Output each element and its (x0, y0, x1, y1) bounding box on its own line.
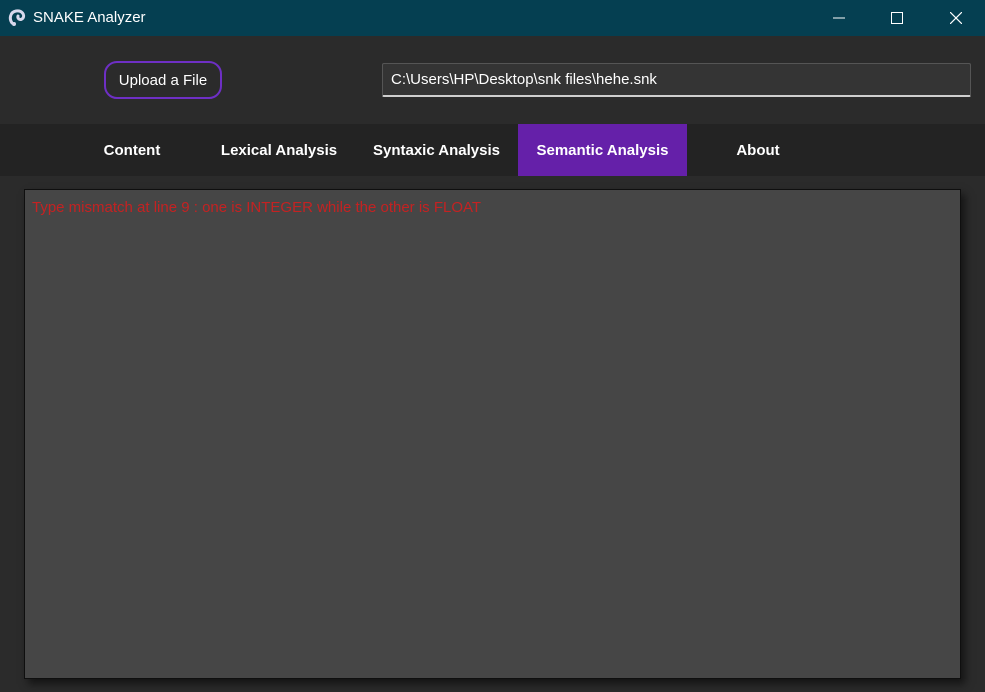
tab-about[interactable]: About (716, 124, 800, 176)
tab-semantic-analysis[interactable]: Semantic Analysis (518, 124, 687, 176)
analysis-tabs: Content Lexical Analysis Syntaxic Analys… (0, 124, 985, 176)
close-button[interactable] (927, 0, 985, 36)
tab-syntaxic-analysis[interactable]: Syntaxic Analysis (365, 124, 508, 176)
minimize-icon (833, 17, 845, 19)
title-bar: SNAKE Analyzer (0, 0, 985, 36)
maximize-button[interactable] (868, 0, 926, 36)
snake-logo-icon (8, 9, 26, 26)
window-title: SNAKE Analyzer (33, 9, 146, 26)
file-toolbar: Upload a File C:\Users\HP\Desktop\snk fi… (0, 36, 985, 124)
close-icon (950, 12, 962, 24)
tab-lexical-analysis[interactable]: Lexical Analysis (210, 124, 348, 176)
minimize-button[interactable] (810, 0, 868, 36)
maximize-icon (891, 12, 903, 24)
error-message: Type mismatch at line 9 : one is INTEGER… (32, 199, 482, 216)
upload-file-button[interactable]: Upload a File (104, 61, 222, 99)
semantic-output-panel[interactable]: Type mismatch at line 9 : one is INTEGER… (24, 189, 961, 679)
tab-content[interactable]: Content (90, 124, 174, 176)
file-path-field[interactable]: C:\Users\HP\Desktop\snk files\hehe.snk (382, 63, 971, 97)
